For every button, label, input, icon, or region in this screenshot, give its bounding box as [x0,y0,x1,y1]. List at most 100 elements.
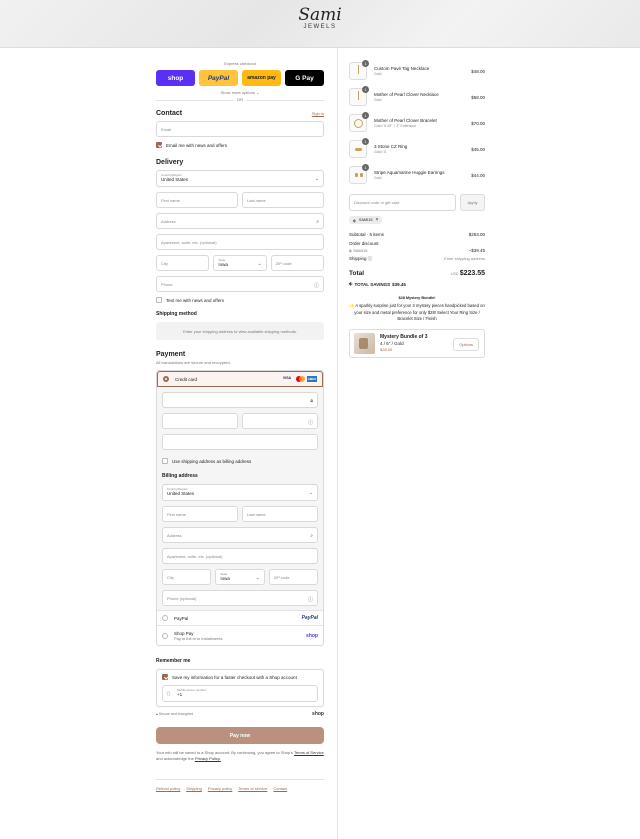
secure-encrypted-note: 🔒︎ Secure and encrypted [156,712,194,716]
radio-icon [162,632,168,639]
brand-logo[interactable]: Sami JEWELS [0,6,640,30]
amazon-pay-button[interactable]: amazon pay [242,70,281,86]
product-image: 1 [349,138,369,158]
product-image: 1 [349,60,369,80]
shipping-placeholder: Enter your shipping address to view avai… [156,322,324,340]
card-number-field[interactable]: 🔒︎ [162,392,318,408]
name-on-card-field[interactable] [162,434,318,450]
contact-link[interactable]: Contact [273,786,287,791]
mobile-icon: ▯ [167,691,170,697]
last-name-field[interactable]: Last name [242,192,324,208]
remember-me-title: Remember me [156,658,191,664]
bundle-image [354,332,375,354]
save-info-checkbox[interactable]: Save my information for a faster checkou… [162,674,318,680]
upsell-card: Mystery Bundle of 3 4 / 6" / Gold $28.00… [349,328,485,358]
state-select[interactable]: State Iowa ⌄ [213,255,267,271]
legal-text: Your info will be saved to a Shop accoun… [156,750,324,761]
billing-state-select[interactable]: State Iowa ⌄ [215,569,265,585]
show-more-options[interactable]: Show more options ⌄ [156,90,324,95]
phone-field[interactable]: Phone ⓘ [156,276,324,292]
order-item: 1 Mother of Pearl Clover Bracelet Gold / … [349,110,485,136]
brand-sub: JEWELS [303,24,337,30]
text-news-checkbox[interactable]: Text me with news and offers [156,297,324,303]
chevron-down-icon: ⌄ [255,575,260,581]
shipping-method-title: Shipping method [156,311,197,317]
email-field[interactable]: Email [156,121,324,137]
billing-country-select[interactable]: Country/Region United States ⌄ [162,484,318,501]
quantity-badge: 1 [362,86,369,93]
city-field[interactable]: City [156,255,210,271]
paypal-option[interactable]: PayPal PayPal [157,610,323,625]
help-icon[interactable]: ⓘ [368,256,373,261]
bundle-variant: 4 / 6" / Gold [380,341,404,346]
quantity-badge: 1 [362,164,369,171]
address-field[interactable]: Address ⌕ [156,213,324,229]
shipping-link[interactable]: Shipping [186,786,202,791]
paypal-button[interactable]: PayPal [199,70,238,86]
remove-discount-icon[interactable]: × [375,217,378,223]
search-icon: ⌕ [310,533,313,539]
billing-title: Billing address [162,473,198,479]
radio-icon [162,615,168,621]
zip-field[interactable]: ZIP code [270,255,324,271]
checkout-form: Express checkout shop PayPal amazon pay … [156,48,324,791]
privacy-link[interactable]: Privacy Policy. [195,756,221,761]
total-row: Total USD $223.55 [349,270,485,277]
quantity-badge: 1 [362,138,369,145]
product-image: 1 [349,86,369,106]
quantity-badge: 1 [362,112,369,119]
google-pay-button[interactable]: G Pay [285,70,324,86]
help-icon[interactable]: ⓘ [308,419,313,426]
email-news-checkbox[interactable]: Email me with news and offers [156,142,324,148]
mastercard-icon [295,376,305,382]
checkbox-icon [162,458,168,464]
shop-pay-option[interactable]: Shop Pay Pay in full or in installments s… [157,625,323,645]
help-icon[interactable]: ⓘ [314,282,319,289]
country-select[interactable]: Country/Region United States ⌄ [156,170,324,187]
billing-last-name-field[interactable]: Last name [242,506,318,522]
apply-button[interactable]: Apply [460,194,485,211]
security-code-field[interactable]: ⓘ [242,413,318,429]
product-image: 1 [349,112,369,132]
billing-phone-field[interactable]: Phone (optional) ⓘ [162,590,318,606]
first-name-field[interactable]: First name [156,192,238,208]
billing-city-field[interactable]: City [162,569,212,585]
checkbox-icon [156,297,162,303]
chevron-down-icon: ⌄ [308,490,313,496]
credit-card-option[interactable]: Credit card VISA AMEX [157,371,323,387]
card-form: 🔒︎ ⓘ Use shipping address as billing add… [157,387,323,610]
mobile-phone-field[interactable]: ▯ Mobile phone number +1 [162,685,318,702]
visa-icon: VISA [282,376,292,380]
billing-address-field[interactable]: Address ⌕ [162,527,318,543]
options-button[interactable]: Options [453,337,479,351]
amex-icon: AMEX [306,376,317,382]
order-item: 1 Stripe Aquamarine Huggie Earrings Gold … [349,162,485,188]
billing-apartment-field[interactable]: Apartment, suite, etc. (optional) [162,548,318,564]
help-icon[interactable]: ⓘ [308,596,313,603]
expiration-field[interactable] [162,413,238,429]
sign-in-link[interactable]: Sign in [312,111,324,116]
refund-policy-link[interactable]: Refund policy [156,786,180,791]
delivery-title: Delivery [156,159,184,166]
terms-link[interactable]: Terms of Service [294,750,324,755]
remember-box: Save my information for a faster checkou… [156,669,324,707]
order-item: 1 3 Stone CZ Ring Gold / 6 $45.00 [349,136,485,162]
column-divider [337,48,338,839]
order-discount-label-row: Order discount [349,241,379,246]
shop-pay-button[interactable]: shop [156,70,195,86]
billing-zip-field[interactable]: ZIP code [268,569,318,585]
tag-icon: ⬖ [349,248,353,253]
apartment-field[interactable]: Apartment, suite, etc. (optional) [156,234,324,250]
savings-tag-icon: ⬖ [349,281,353,286]
search-icon: ⌕ [316,219,319,225]
terms-of-service-link[interactable]: Terms of service [238,786,267,791]
privacy-policy-link[interactable]: Privacy policy [208,786,232,791]
use-shipping-checkbox[interactable]: Use shipping address as billing address [162,458,318,464]
tag-icon: ⬖ [353,218,356,223]
quantity-badge: 1 [362,60,369,67]
payment-secure-note: All transactions are secure and encrypte… [156,360,231,365]
billing-first-name-field[interactable]: First name [162,506,238,522]
discount-code-field[interactable]: Discount code or gift card [349,194,456,211]
pay-now-button[interactable]: Pay now [156,727,324,744]
order-item: 1 Custom Pavé Tag Necklace Gold $48.00 [349,58,485,84]
